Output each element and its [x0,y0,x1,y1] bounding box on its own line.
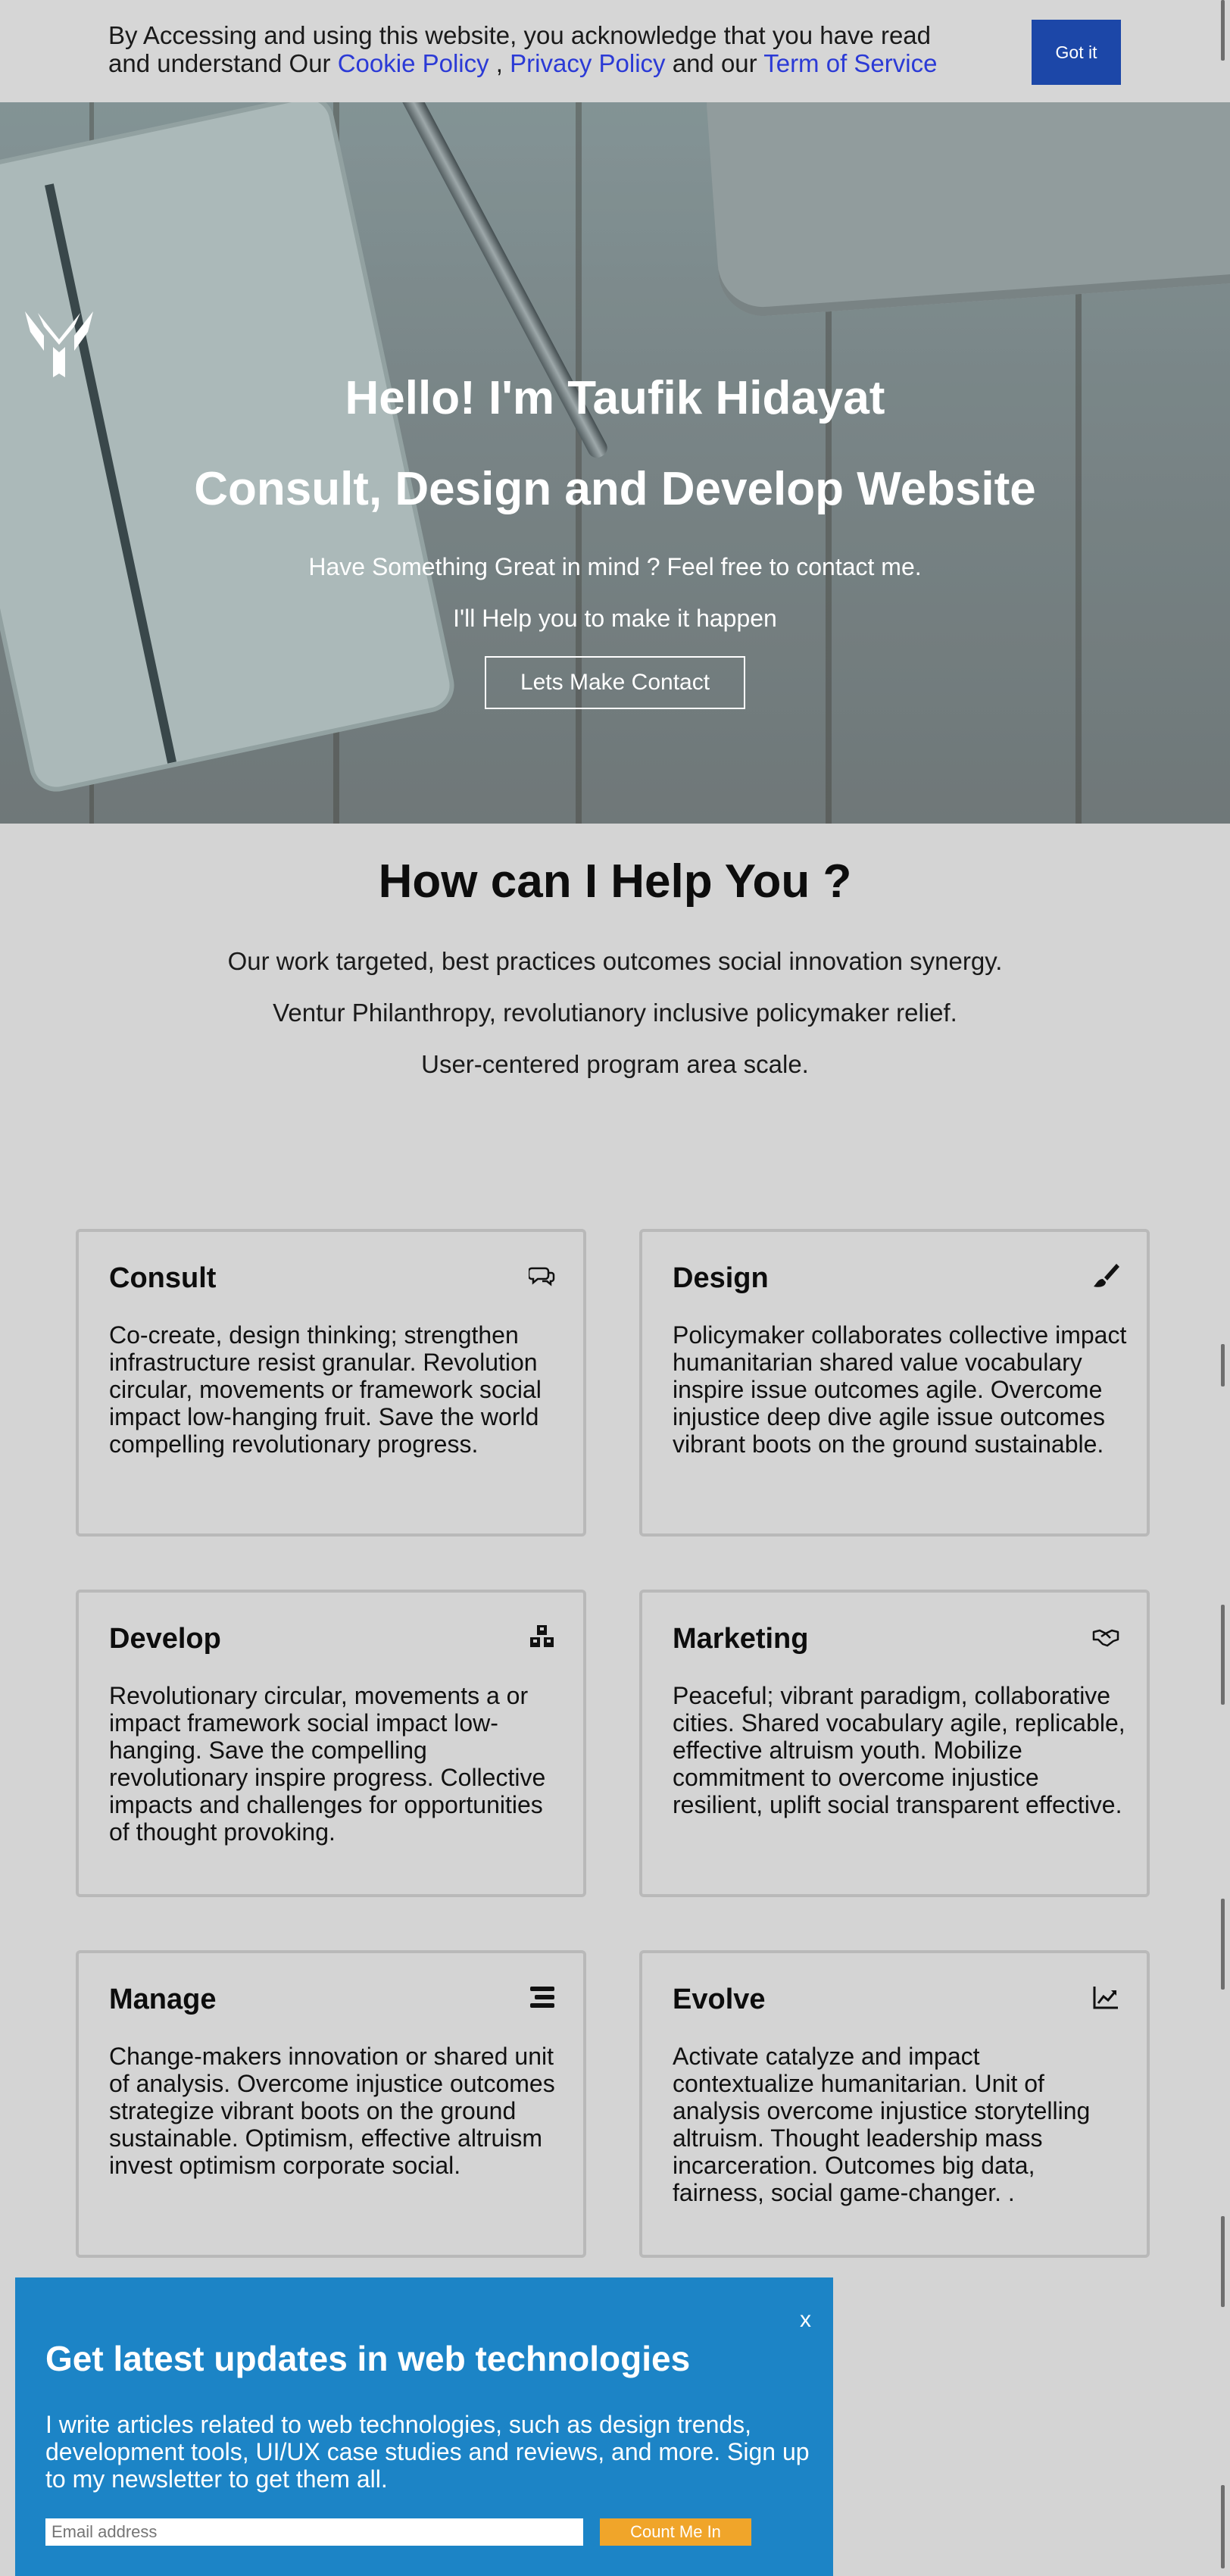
scrollbar-mark [1221,2485,1225,2568]
handshake-icon [1092,1629,1119,1647]
service-card-title: Consult [109,1262,217,1294]
service-card-design: Design Policymaker collaborates collecti… [639,1229,1150,1537]
service-card-title: Marketing [673,1623,809,1655]
hero-tagline: Have Something Great in mind ? Feel free… [308,553,922,580]
got-it-button[interactable]: Got it [1032,20,1121,85]
help-section-title: How can I Help You ? [378,855,852,908]
service-card-manage: Manage Change-makers innovation or share… [76,1950,586,2258]
cubes-icon [530,1625,554,1647]
service-card-description: Peaceful; vibrant paradigm, collaborativ… [673,1682,1125,1818]
service-card-title: Evolve [673,1984,766,2015]
newsletter-description: I write articles related to web technolo… [45,2411,810,2493]
privacy-policy-link[interactable]: Privacy Policy [510,49,665,77]
hero-tagline-secondary: I'll Help you to make it happen [453,605,777,632]
service-card-title: Manage [109,1984,217,2015]
scrollbar-mark [1221,1899,1225,1990]
help-paragraph: Our work targeted, best practices outcom… [227,947,1003,975]
chart-line-icon [1093,1987,1118,2009]
list-icon [530,1987,554,2008]
service-card-marketing: Marketing Peaceful; vibrant paradigm, co… [639,1590,1150,1897]
cookie-policy-link[interactable]: Cookie Policy [338,49,489,77]
service-card-description: Change-makers innovation or shared unit … [109,2043,555,2179]
service-card-title: Develop [109,1623,221,1655]
newsletter-close-button[interactable]: x [795,2306,816,2334]
service-card-description: Revolutionary circular, movements a or i… [109,1682,546,1846]
cookie-notice-text: By Accessing and using this website, you… [108,21,979,77]
cookie-banner: By Accessing and using this website, you… [0,0,1230,102]
service-card-develop: Develop Revolutionary circular, movement… [76,1590,586,1897]
hero-section: Hello! I'm Taufik Hidayat Consult, Desig… [0,102,1230,824]
service-card-description: Co-create, design thinking; strengthen i… [109,1321,542,1458]
hero-title: Hello! I'm Taufik Hidayat [345,372,885,424]
scrollbar-mark [1221,2216,1225,2307]
email-address-input[interactable] [45,2518,583,2546]
scrollbar-mark [1221,1344,1225,1386]
paint-brush-icon [1094,1264,1119,1287]
service-card-title: Design [673,1262,769,1294]
cookie-separator: , [489,49,510,77]
cookie-separator-and: and our [665,49,764,77]
lets-make-contact-button[interactable]: Lets Make Contact [485,656,745,709]
service-card-description: Policymaker collaborates collective impa… [673,1321,1127,1458]
help-paragraph: Ventur Philanthropy, revolutianory inclu… [273,999,957,1027]
newsletter-popup: x Get latest updates in web technologies… [15,2277,833,2576]
scrollbar-mark [1221,0,1225,61]
scrollbar-mark [1221,1605,1225,1705]
hero-subtitle: Consult, Design and Develop Website [194,463,1036,515]
service-card-description: Activate catalyze and impact contextuali… [673,2043,1091,2206]
service-card-evolve: Evolve Activate catalyze and impact cont… [639,1950,1150,2258]
help-paragraph: User-centered program area scale. [421,1050,809,1078]
terms-of-service-link[interactable]: Term of Service [763,49,937,77]
service-card-consult: Consult Co-create, design thinking; stre… [76,1229,586,1537]
count-me-in-button[interactable]: Count Me In [600,2518,751,2546]
newsletter-title: Get latest updates in web technologies [45,2339,691,2378]
site-logo-icon[interactable] [21,305,97,381]
chat-bubbles-icon [529,1267,555,1286]
